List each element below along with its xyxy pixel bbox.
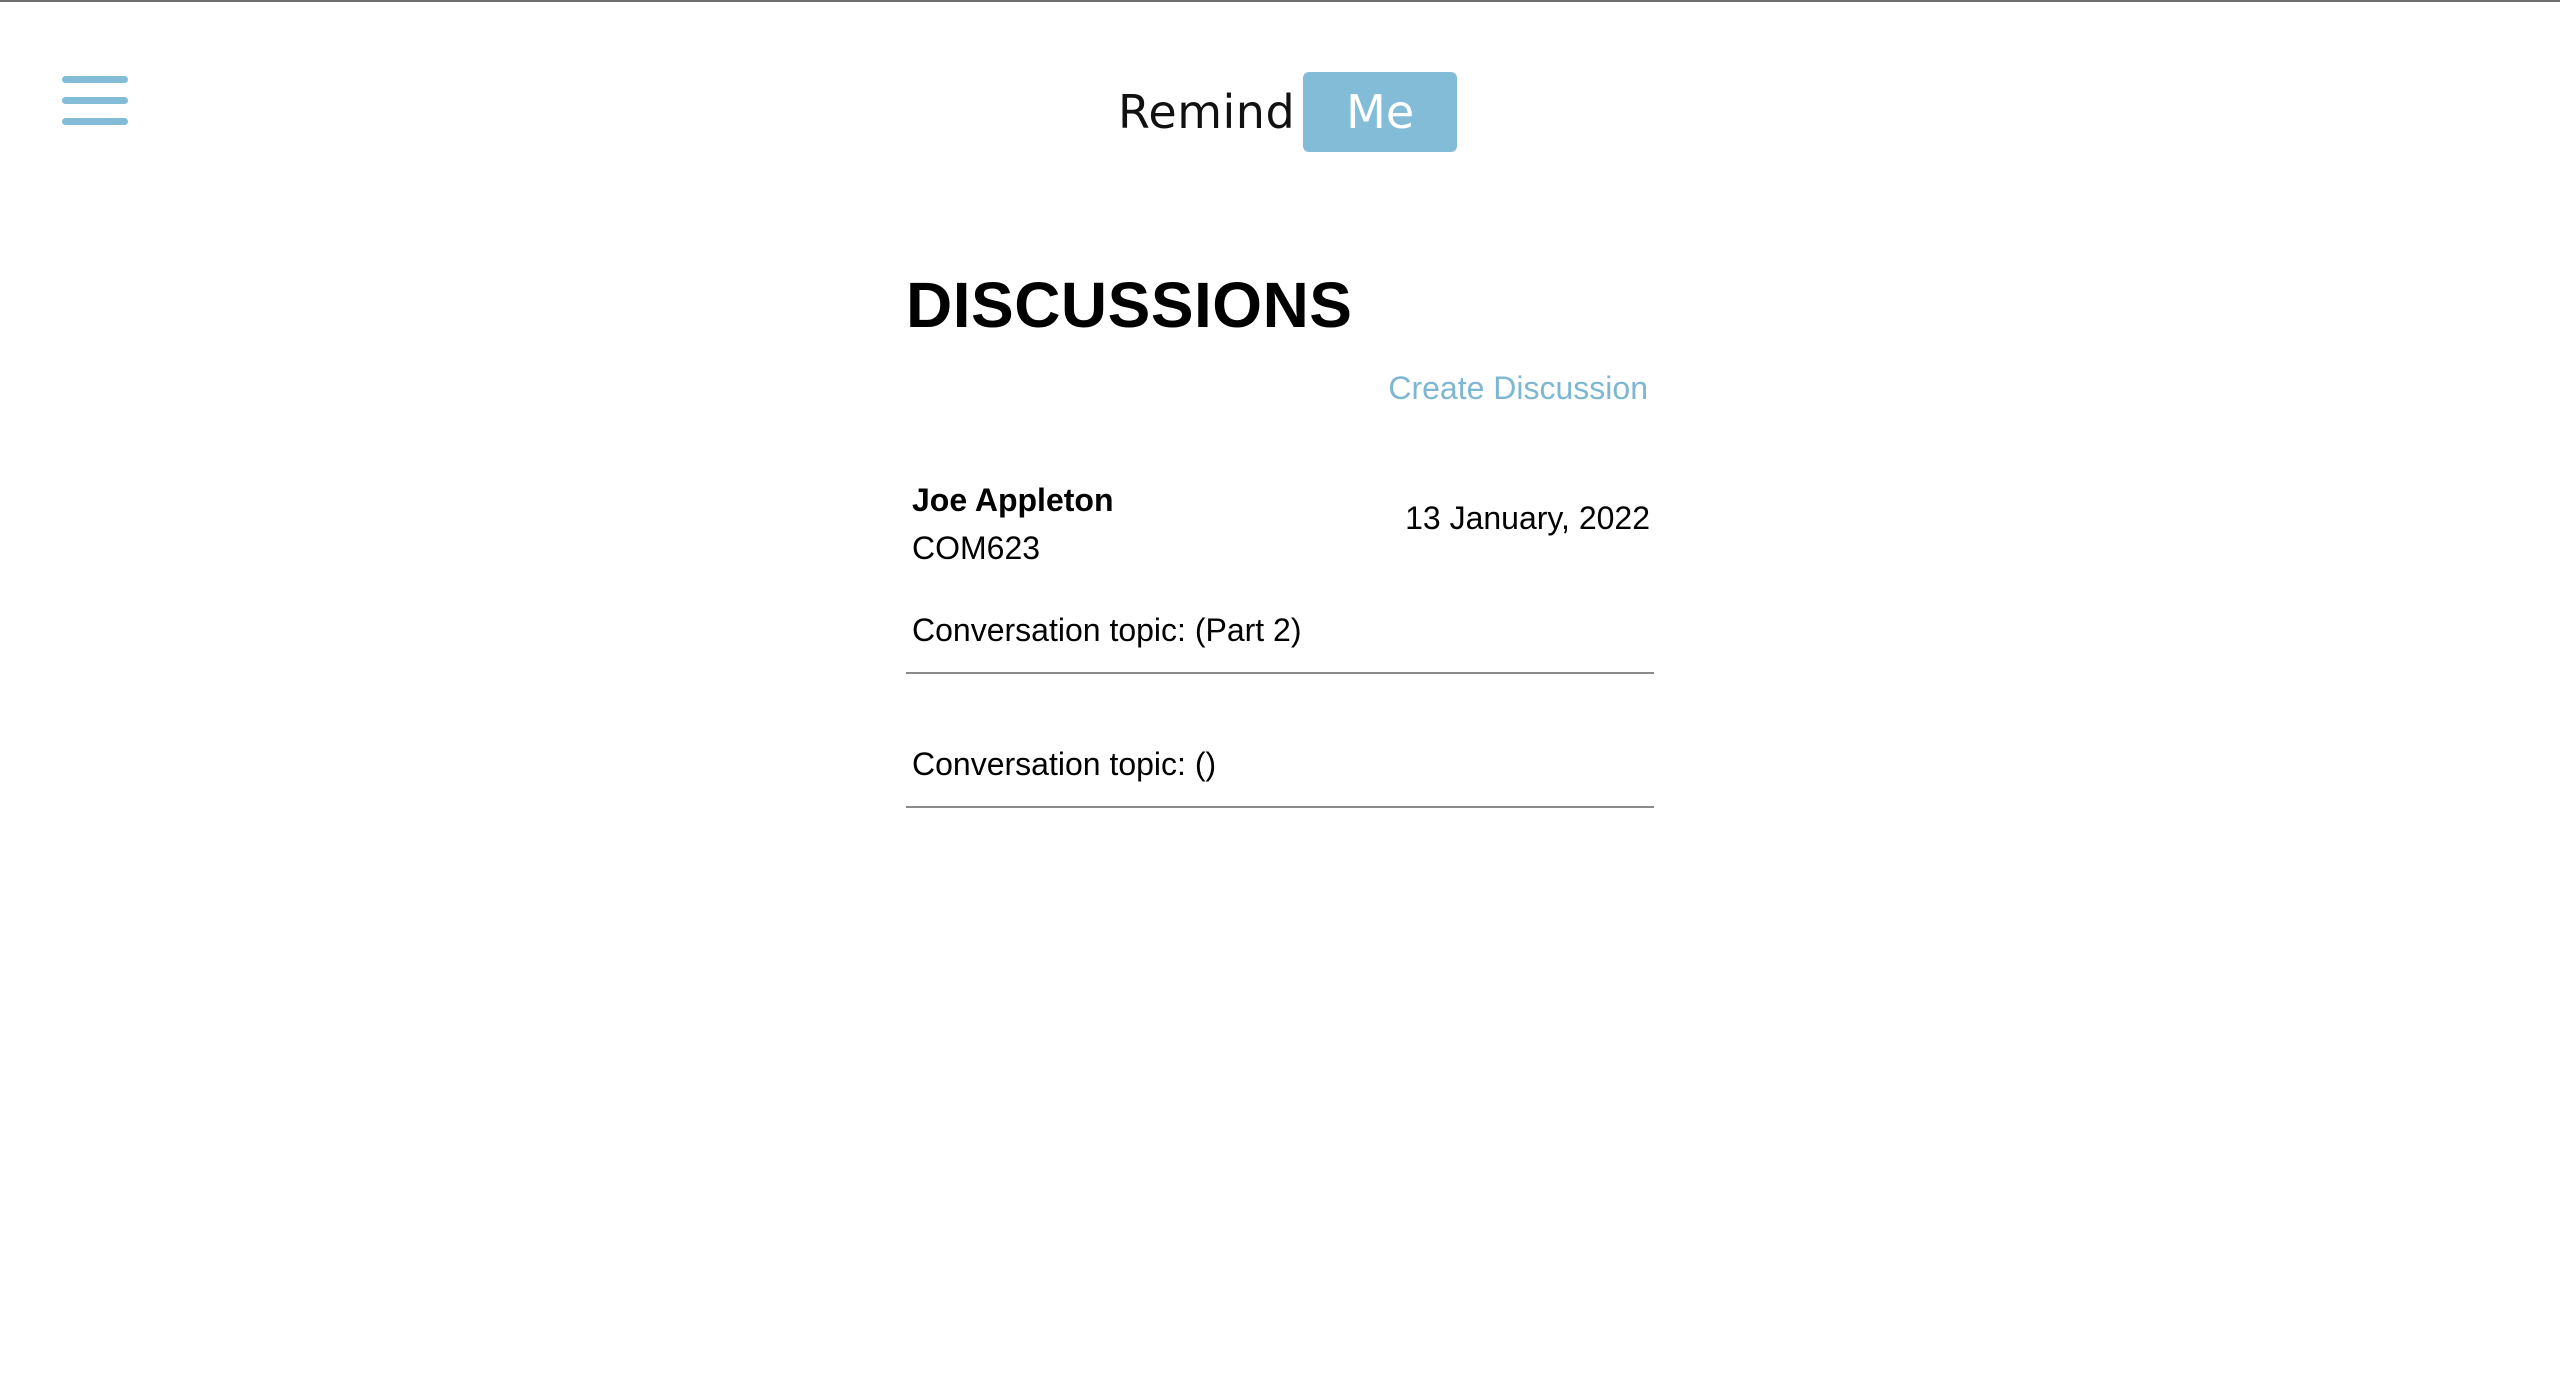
page-title: DISCUSSIONS	[906, 269, 1353, 341]
hamburger-menu-icon[interactable]	[62, 74, 128, 128]
top-border	[0, 0, 2560, 2]
discussion-author: Joe Appleton	[912, 482, 1114, 518]
menu-bar	[62, 97, 128, 104]
discussion-course: COM623	[912, 530, 1041, 566]
logo[interactable]: Remind Me	[1118, 72, 1458, 152]
discussion-item[interactable]: Conversation topic: ()	[906, 674, 1654, 808]
create-discussion-link[interactable]: Create Discussion	[1388, 370, 1648, 407]
discussion-topic: Conversation topic: ()	[912, 746, 1217, 782]
discussions-panel: DISCUSSIONS Create Discussion Joe Applet…	[906, 260, 1654, 808]
logo-text-me: Me	[1303, 72, 1458, 152]
menu-bar	[62, 76, 128, 83]
discussion-item[interactable]: Joe Appleton COM623 13 January, 2022 Con…	[906, 482, 1654, 674]
create-row: Create Discussion	[906, 370, 1654, 430]
logo-text-remind: Remind	[1118, 85, 1296, 139]
discussion-date: 13 January, 2022	[1405, 500, 1650, 536]
discussion-topic: Conversation topic: (Part 2)	[912, 612, 1302, 648]
menu-bar	[62, 118, 128, 125]
